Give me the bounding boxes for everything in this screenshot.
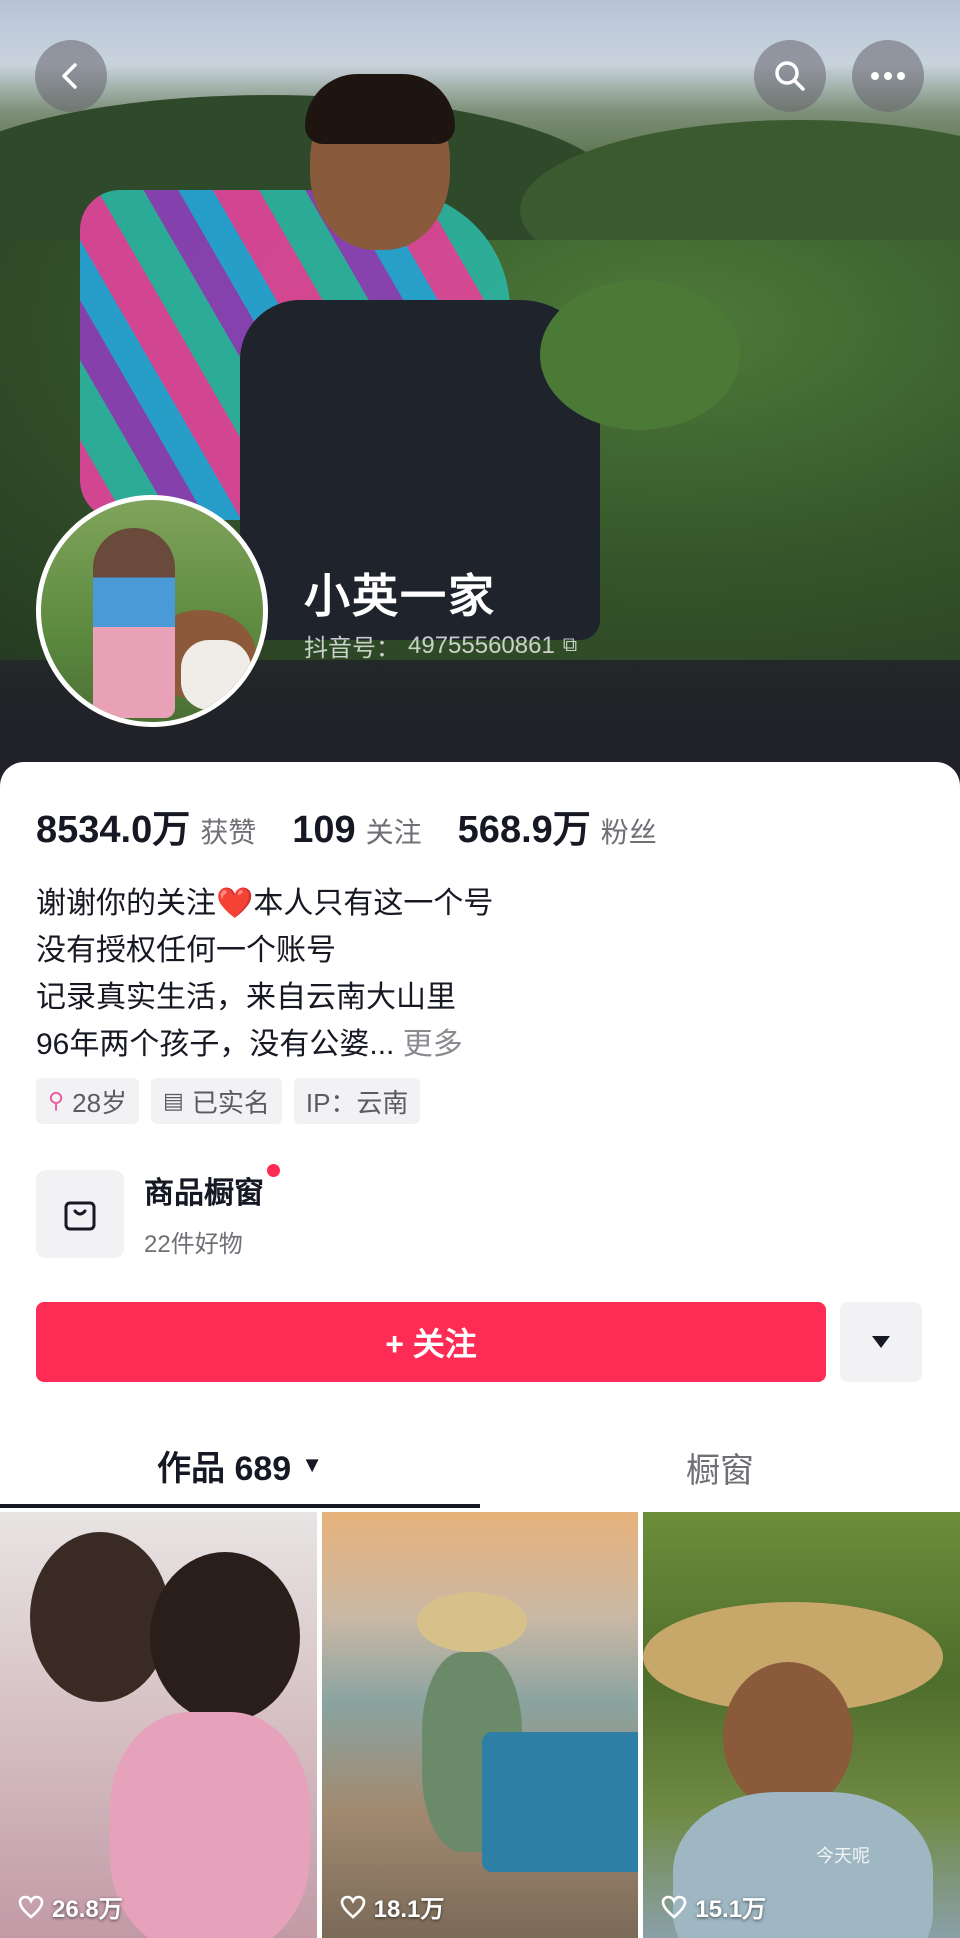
- caret-down-icon: ▼: [301, 1452, 323, 1477]
- bio-line: 没有授权任何一个账号: [36, 934, 336, 967]
- profile-name: 小英一家: [304, 570, 496, 622]
- video-likes: 18.1万: [340, 1889, 445, 1924]
- thumb-figure: [723, 1662, 854, 1812]
- stat-label: 获赞: [200, 817, 257, 848]
- stat-followers[interactable]: 568.9万 粉丝: [458, 798, 657, 853]
- likes-count: 15.1万: [695, 1896, 767, 1923]
- bio[interactable]: 谢谢你的关注❤️本人只有这一个号 没有授权任何一个账号 记录真实生活，来自云南大…: [36, 880, 493, 1068]
- stats-row: 8534.0万 获赞 109 关注 568.9万 粉丝: [36, 798, 657, 853]
- stat-following[interactable]: 109 关注: [292, 809, 421, 852]
- profile-tags: ⚲ 28岁 ▤ 已实名 IP：云南: [36, 1078, 421, 1124]
- avatar[interactable]: [36, 495, 268, 727]
- bio-line: 96年两个孩子，没有公婆... 更多: [36, 1021, 493, 1068]
- more-actions-dropdown[interactable]: [840, 1302, 922, 1382]
- tag-text: IP：云南: [305, 1087, 409, 1118]
- bio-text: 谢谢你的关注: [36, 887, 216, 920]
- shop-title: 商品橱窗: [144, 1164, 280, 1212]
- follow-button[interactable]: + 关注: [36, 1302, 826, 1382]
- search-icon: [775, 61, 805, 91]
- shop-subtitle: 22件好物: [144, 1231, 243, 1258]
- heart-icon: ❤️: [216, 887, 254, 920]
- tag-text: 已实名: [191, 1087, 270, 1118]
- video-caption: 今天呢: [816, 1846, 871, 1866]
- notification-dot: [267, 1164, 280, 1177]
- shop-window-entry[interactable]: 商品橱窗 22件好物: [36, 1164, 280, 1259]
- video-thumbnail[interactable]: 今天呢 15.1万: [643, 1512, 960, 1938]
- cover-hair: [305, 74, 455, 144]
- video-grid: 26.8万 18.1万 今天呢 15.1万: [0, 1512, 960, 1938]
- stat-likes[interactable]: 8534.0万 获赞: [36, 798, 256, 853]
- copy-icon[interactable]: ⧉: [563, 634, 577, 657]
- douyin-id[interactable]: 抖音号： 49755560861 ⧉: [304, 628, 577, 663]
- chevron-left-icon: [62, 63, 77, 89]
- bio-text: 96年两个孩子，没有公婆...: [36, 1028, 395, 1061]
- tag-ip: IP：云南: [293, 1078, 421, 1124]
- bio-line: 谢谢你的关注❤️本人只有这一个号: [36, 880, 493, 927]
- stat-value: 8534.0万: [36, 809, 191, 851]
- ellipsis-icon: [871, 72, 905, 80]
- stat-label: 粉丝: [600, 817, 657, 848]
- heart-outline-icon: [662, 1895, 687, 1919]
- thumb-figure: [481, 1732, 639, 1872]
- follow-row: + 关注: [36, 1302, 922, 1382]
- tab-works[interactable]: 作品 689 ▼: [0, 1426, 480, 1508]
- thumb-figure: [30, 1532, 170, 1702]
- douyin-id-value: 49755560861: [408, 631, 555, 659]
- likes-count: 26.8万: [52, 1896, 123, 1923]
- stat-value: 109: [292, 809, 356, 851]
- heart-outline-icon: [18, 1895, 44, 1919]
- avatar-person: [93, 528, 175, 718]
- stat-label: 关注: [365, 817, 422, 848]
- bio-more-link[interactable]: 更多: [403, 1028, 463, 1061]
- profile-tabs: 作品 689 ▼ 橱窗: [0, 1426, 960, 1508]
- female-icon: ⚲: [48, 1088, 65, 1113]
- shop-text: 商品橱窗 22件好物: [144, 1164, 280, 1259]
- thumb-figure: [110, 1712, 310, 1938]
- video-likes: 26.8万: [18, 1889, 123, 1924]
- search-button[interactable]: [754, 40, 826, 112]
- likes-count: 18.1万: [373, 1896, 445, 1923]
- shop-title-text: 商品橱窗: [144, 1177, 264, 1210]
- shopping-bag-icon: [36, 1169, 124, 1258]
- thumb-figure: [150, 1552, 300, 1722]
- video-likes: 15.1万: [661, 1889, 766, 1924]
- caret-down-icon: [872, 1336, 890, 1348]
- thumb-figure: [416, 1592, 527, 1652]
- back-button[interactable]: [35, 40, 107, 112]
- tag-verified: ▤ 已实名: [151, 1078, 282, 1124]
- tab-label: 橱窗: [686, 1451, 754, 1490]
- more-options-button[interactable]: [852, 40, 924, 112]
- bio-line: 记录真实生活，来自云南大山里: [36, 981, 456, 1014]
- tab-shop-window[interactable]: 橱窗: [480, 1426, 960, 1508]
- bio-text: 本人只有这一个号: [253, 887, 494, 920]
- id-card-icon: ▤: [163, 1088, 184, 1113]
- tag-age: ⚲ 28岁: [36, 1078, 140, 1124]
- heart-outline-icon: [340, 1895, 365, 1919]
- cover-greens: [540, 280, 740, 430]
- video-thumbnail[interactable]: 18.1万: [321, 1512, 639, 1938]
- stat-value: 568.9万: [457, 809, 591, 851]
- profile-sheet: 8534.0万 获赞 109 关注 568.9万 粉丝 谢谢你的关注❤️本人只有…: [0, 762, 960, 1938]
- douyin-id-label: 抖音号：: [304, 635, 400, 662]
- video-thumbnail[interactable]: 26.8万: [0, 1512, 317, 1938]
- avatar-cow-face: [181, 640, 251, 710]
- tag-text: 28岁: [72, 1087, 128, 1118]
- tab-label: 作品 689: [157, 1449, 292, 1488]
